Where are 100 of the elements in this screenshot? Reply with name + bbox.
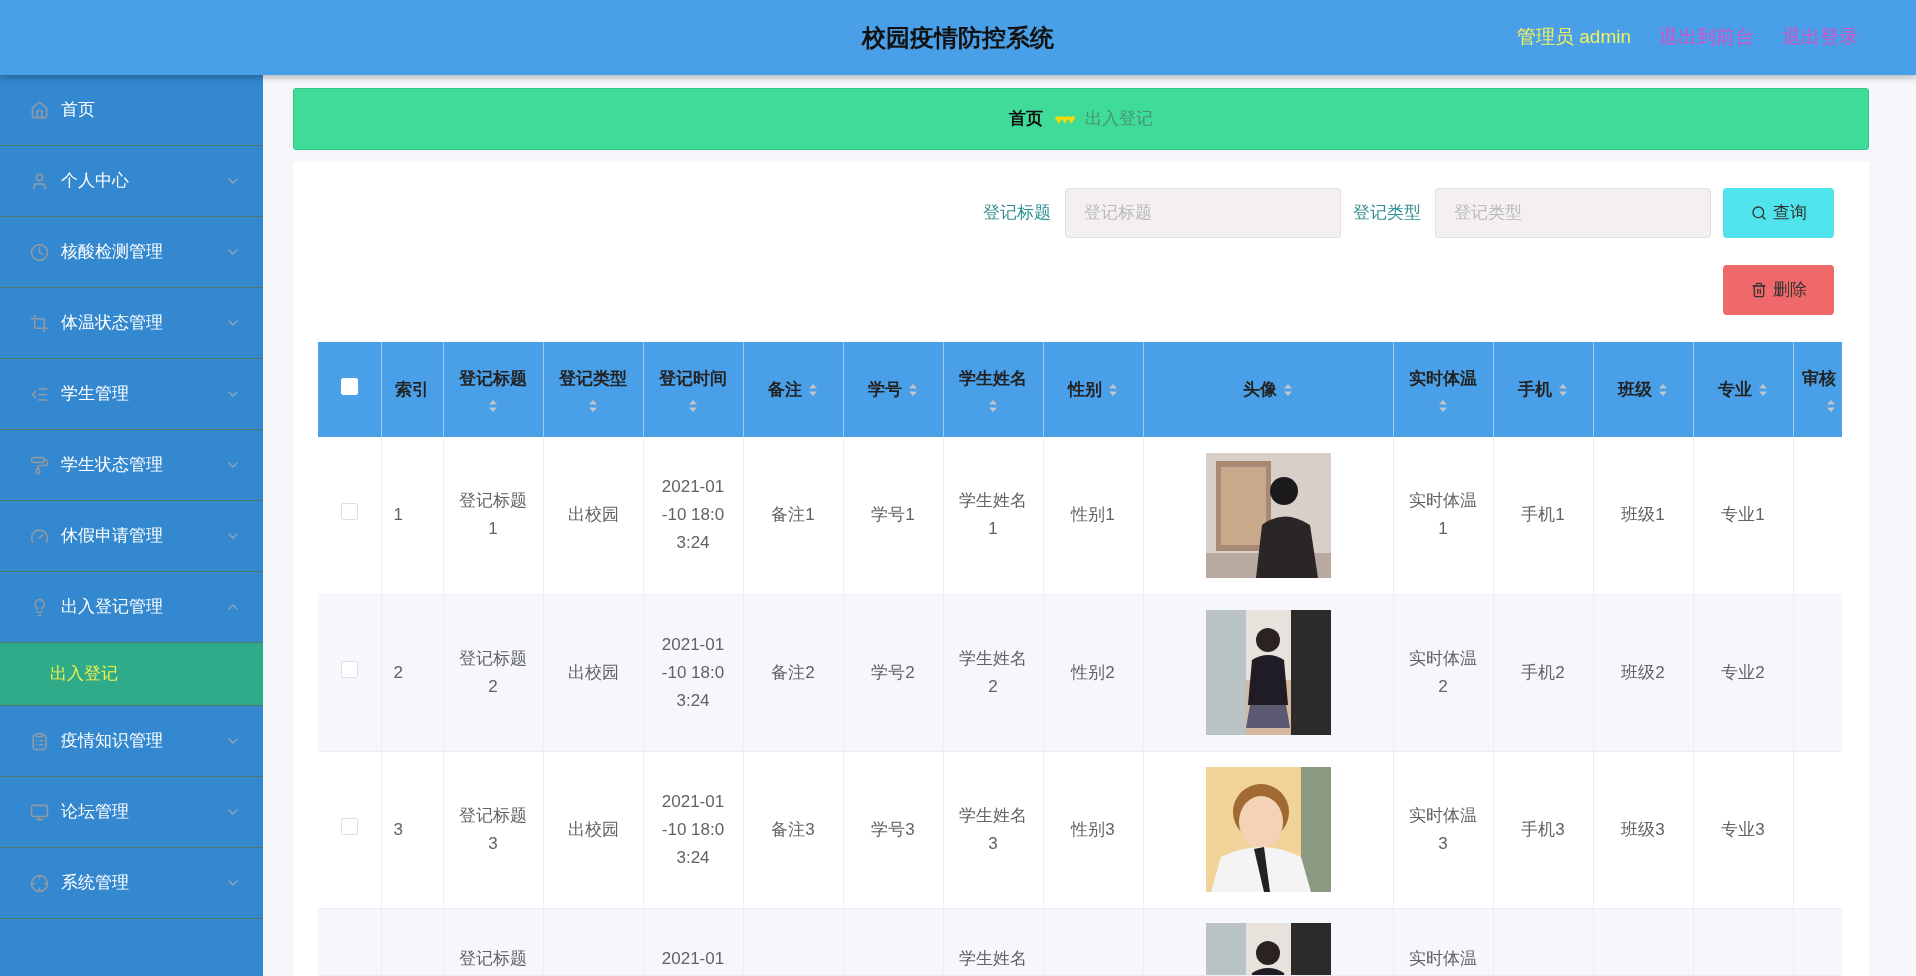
column-label: 登记类型: [559, 367, 627, 390]
sort-icon[interactable]: [1558, 382, 1568, 397]
sidebar-item[interactable]: 学生管理: [0, 359, 263, 430]
field-label: 登记类型: [1353, 202, 1421, 225]
user-icon: [30, 171, 49, 191]
gauge-icon: [30, 526, 49, 546]
sidebar-label: 系统管理: [61, 872, 130, 895]
table-cell-text: 登记标题: [459, 947, 527, 970]
checkbox[interactable]: [340, 503, 358, 521]
sort-icon[interactable]: [1283, 382, 1293, 397]
sidebar-label: 出入登记管理: [61, 596, 164, 619]
column-label: 索引: [395, 378, 429, 401]
monitor-icon: [30, 802, 49, 822]
sidebar-item[interactable]: 核酸检测管理: [0, 217, 263, 288]
query-button[interactable]: 查询: [1723, 188, 1834, 238]
table-cell-text: 学号1: [871, 504, 915, 527]
column-label: 学生姓名: [959, 367, 1027, 390]
column-label: 专业: [1718, 378, 1752, 401]
table-cell-text: 2: [393, 661, 403, 684]
sort-icon[interactable]: [1108, 382, 1118, 397]
table-cell-text: 实时体温1: [1408, 490, 1478, 541]
sidebar-item[interactable]: 休假申请管理: [0, 501, 263, 572]
sort-icon[interactable]: [488, 399, 498, 414]
table-cell-text: 班级2: [1621, 661, 1665, 684]
sidebar-label: 疫情知识管理: [61, 730, 164, 753]
checkbox[interactable]: [340, 660, 358, 678]
table-cell-text: 登记标题3: [458, 804, 528, 855]
column-label: 实时体温: [1409, 367, 1477, 390]
app-title: 校园疫情防控系统: [862, 22, 1054, 53]
table-cell-text: 出校园: [567, 818, 619, 841]
table-cell-text: 登记标题2: [458, 647, 528, 698]
user-label: 管理员 admin: [1516, 25, 1631, 50]
breadcrumb-current: 出入登记: [1085, 108, 1154, 131]
sidebar-item[interactable]: 首页: [0, 75, 263, 146]
trash-icon: [1750, 282, 1767, 298]
sidebar-item[interactable]: 系统管理: [0, 848, 263, 919]
column-label: 手机: [1518, 378, 1552, 401]
sidebar-item[interactable]: 论坛管理: [0, 777, 263, 848]
sort-icon[interactable]: [988, 399, 998, 414]
table-cell-text: 实时体温: [1409, 947, 1477, 970]
table-cell-text: 学号3: [871, 818, 915, 841]
clock-icon: [30, 242, 49, 262]
table-cell-text: 手机1: [1521, 504, 1565, 527]
table-cell-text: 登记标题1: [458, 490, 528, 541]
breadcrumb-separator: ♥♥♥: [1054, 109, 1074, 129]
table-cell-text: 手机2: [1521, 661, 1565, 684]
table-cell-text: 班级3: [1621, 818, 1665, 841]
table-cell-text: 性别2: [1071, 661, 1115, 684]
sidebar-item[interactable]: 体温状态管理: [0, 288, 263, 359]
sort-icon[interactable]: [1758, 382, 1768, 397]
delete-button[interactable]: 删除: [1723, 265, 1834, 315]
table-cell-text: 专业3: [1721, 818, 1765, 841]
search-field[interactable]: 登记类型: [1435, 188, 1711, 238]
search-field[interactable]: 登记标题: [1065, 188, 1341, 238]
sort-icon[interactable]: [688, 399, 698, 414]
sidebar-label: 个人中心: [61, 170, 130, 193]
column-label: 性别: [1068, 378, 1102, 401]
table-cell-text: 班级1: [1621, 504, 1665, 527]
table-cell-text: 3: [393, 818, 403, 841]
search-icon: [1750, 205, 1767, 221]
sidebar-label: 论坛管理: [61, 801, 130, 824]
table-cell-text: 专业2: [1721, 661, 1765, 684]
table-cell-text: 学号2: [871, 661, 915, 684]
sidebar-label: 学生状态管理: [61, 454, 164, 477]
sort-icon[interactable]: [588, 399, 598, 414]
table-cell-text: 出校园: [567, 504, 619, 527]
column-label: 头像: [1243, 378, 1277, 401]
checkbox[interactable]: [340, 817, 358, 835]
table-cell-text: 备注1: [771, 504, 815, 527]
table-cell-text: 2021-01-10 18:03:24: [660, 633, 726, 712]
sidebar-item[interactable]: 个人中心: [0, 146, 263, 217]
sidebar-label: 体温状态管理: [61, 312, 164, 335]
sidebar-item[interactable]: 疫情知识管理: [0, 706, 263, 777]
field-label: 登记标题: [983, 202, 1051, 225]
table-cell-text: 学生姓名1: [958, 490, 1028, 541]
table-cell-text: 性别1: [1071, 504, 1115, 527]
column-label: 审核: [1801, 367, 1836, 390]
sort-icon[interactable]: [1658, 382, 1668, 397]
sidebar-label: 学生管理: [61, 383, 130, 406]
table-cell-text: 学生姓名3: [958, 804, 1028, 855]
breadcrumb-home[interactable]: 首页: [1008, 106, 1043, 132]
column-label: 登记标题: [459, 367, 527, 390]
table-cell-text: 2021-01-10 18:03:24: [660, 790, 726, 869]
table-cell-text: 专业1: [1721, 504, 1765, 527]
table-cell-text: 2021-01: [661, 947, 725, 970]
table-cell-text: 手机3: [1521, 818, 1565, 841]
sort-icon[interactable]: [808, 382, 818, 397]
sort-icon[interactable]: [1438, 399, 1448, 414]
crop-icon: [30, 313, 49, 333]
sort-icon[interactable]: [908, 382, 918, 397]
home-icon: [30, 100, 49, 120]
table-cell-text: 1: [393, 504, 403, 527]
crosshair-icon: [30, 873, 49, 893]
sidebar-label: 核酸检测管理: [61, 241, 164, 264]
table-cell-text: 备注3: [771, 818, 815, 841]
table-cell-text: 实时体温2: [1408, 647, 1478, 698]
sidebar-item[interactable]: 学生状态管理: [0, 430, 263, 501]
column-label: 登记时间: [659, 367, 727, 390]
clipboard-icon: [30, 731, 49, 751]
sort-icon[interactable]: [1825, 399, 1836, 414]
